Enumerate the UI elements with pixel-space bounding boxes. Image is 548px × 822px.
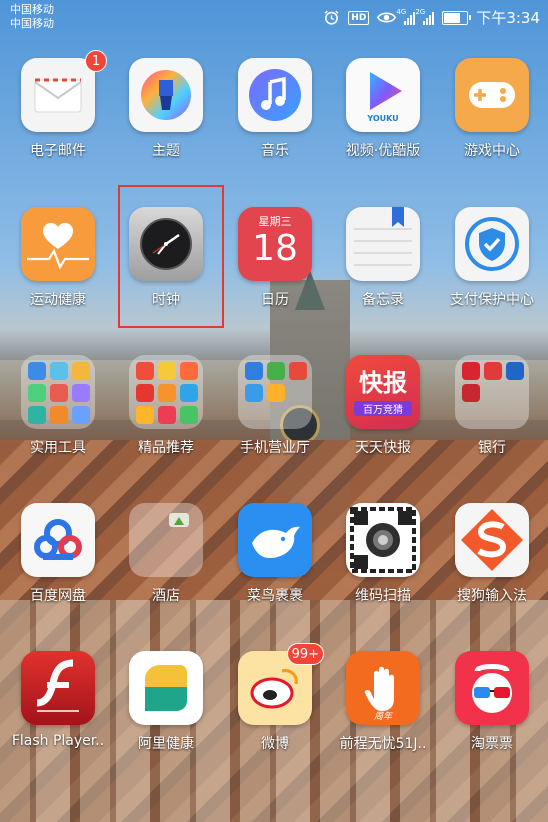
folder-tools[interactable]: 实用工具 [4, 355, 112, 457]
app-taopiaopiao[interactable]: 淘票票 [438, 651, 546, 753]
anniversary-tag: 周年 [373, 712, 392, 722]
calendar-weekday: 星期三 [258, 215, 292, 228]
news-title: 快报 [359, 369, 407, 397]
app-label: 银行 [478, 440, 506, 456]
flash-icon [36, 659, 79, 712]
app-notepad[interactable]: 备忘录 [329, 207, 437, 309]
app-baidu-netdisk[interactable]: 百度网盘 [4, 503, 112, 605]
app-label: 阿里健康 [138, 736, 194, 752]
folder-bank[interactable]: 银行 [438, 355, 546, 457]
app-label: 酒店 [152, 588, 180, 604]
scanner-icon [350, 507, 416, 573]
notepad-icon [354, 207, 412, 266]
folder-carrier-hall[interactable]: 手机营业厅 [221, 355, 329, 457]
mail-icon [34, 78, 82, 113]
app-label: 支付保护中心 [450, 292, 534, 308]
app-daily-news[interactable]: 快报 百万竞猜 天天快报 [329, 355, 437, 457]
app-label: 视频·优酷版 [345, 143, 421, 159]
app-label: 维码扫描 [355, 588, 411, 604]
network-type-1: 4G [396, 7, 407, 16]
app-51job[interactable]: 周年 前程无忧51J.. [329, 651, 437, 753]
carrier-name-1: 中国移动 [10, 3, 54, 16]
app-health[interactable]: 运动健康 [4, 207, 112, 309]
app-hotel[interactable]: 酒店 [112, 503, 220, 605]
status-bar: 中国移动 中国移动 HD 4G 2G 下午3:34 [0, 0, 548, 34]
app-music[interactable]: 音乐 [221, 58, 329, 160]
bird-icon [252, 526, 300, 558]
app-calendar[interactable]: 星期三 18 日历 [221, 207, 329, 309]
app-email[interactable]: 1 电子邮件 [4, 50, 112, 160]
app-label: 菜鸟裹裹 [247, 588, 303, 604]
app-payment-protection[interactable]: 支付保护中心 [438, 207, 546, 309]
chat-bubble-icon [145, 665, 187, 711]
calendar-day: 18 [252, 228, 298, 269]
folder-recommended[interactable]: 精品推荐 [112, 355, 220, 457]
hd-voice-icon: HD [348, 10, 370, 25]
battery-icon [442, 10, 472, 25]
sogou-s-icon [461, 509, 523, 571]
signal-icon-2: 2G [415, 8, 435, 25]
app-label: 淘票票 [471, 736, 513, 752]
app-cainiao[interactable]: 菜鸟裹裹 [221, 503, 329, 605]
clock-time: 下午3:34 [476, 9, 540, 27]
alarm-icon [324, 10, 339, 25]
app-qr-scanner[interactable]: 维码扫描 [329, 503, 437, 605]
app-label: 搜狗输入法 [457, 588, 527, 604]
folder-icon [455, 355, 529, 429]
hotel-icon [169, 513, 189, 527]
news-icon: 快报 百万竞猜 [346, 355, 420, 429]
app-flash-player[interactable]: Flash Player.. [4, 651, 112, 749]
app-ali-health[interactable]: 阿里健康 [112, 651, 220, 753]
app-themes[interactable]: 主题 [112, 58, 220, 160]
app-label: 主题 [152, 143, 180, 159]
battery-level [444, 12, 460, 23]
calendar-icon: 星期三 18 [238, 207, 312, 281]
app-youku-video[interactable]: YOUKU 视频·优酷版 [329, 58, 437, 160]
news-subtitle: 百万竞猜 [354, 401, 412, 416]
brush-icon [141, 70, 191, 120]
folder-icon [238, 355, 312, 429]
youku-wordmark: YOUKU [367, 114, 399, 123]
app-label: 音乐 [261, 143, 289, 159]
app-label: 备忘录 [362, 292, 404, 308]
app-label: Flash Player.. [11, 733, 105, 749]
music-note-icon [249, 69, 301, 121]
app-label: 百度网盘 [30, 588, 86, 604]
notification-badge: 99+ [286, 643, 324, 665]
folder-icon [21, 355, 95, 429]
app-sogou-input[interactable]: 搜狗输入法 [438, 503, 546, 605]
heart-pulse-icon [27, 222, 89, 270]
app-label: 前程无忧51J.. [339, 736, 427, 752]
shield-check-icon [465, 217, 519, 271]
app-label: 日历 [261, 292, 289, 308]
app-weibo[interactable]: 99+ 微博 [221, 643, 329, 753]
app-game-center[interactable]: 游戏中心 [438, 58, 546, 160]
app-label: 游戏中心 [464, 143, 520, 159]
app-label: 精品推荐 [138, 440, 194, 456]
signal-icon-1: 4G [396, 8, 416, 25]
cloud-icon [34, 519, 82, 560]
notification-badge: 1 [85, 50, 107, 72]
carrier-name-2: 中国移动 [10, 17, 54, 30]
app-label: 运动健康 [30, 292, 86, 308]
app-label: 实用工具 [30, 440, 86, 456]
network-type-2: 2G [415, 7, 426, 16]
selection-highlight [118, 185, 224, 328]
folder-icon [129, 355, 203, 429]
app-label: 手机营业厅 [240, 440, 310, 456]
gamepad-icon [469, 82, 515, 108]
app-label: 电子邮件 [30, 143, 86, 159]
app-label: 微博 [261, 736, 289, 752]
glasses-icon [472, 664, 512, 713]
eye-comfort-icon [377, 12, 397, 23]
app-label: 天天快报 [355, 440, 411, 456]
